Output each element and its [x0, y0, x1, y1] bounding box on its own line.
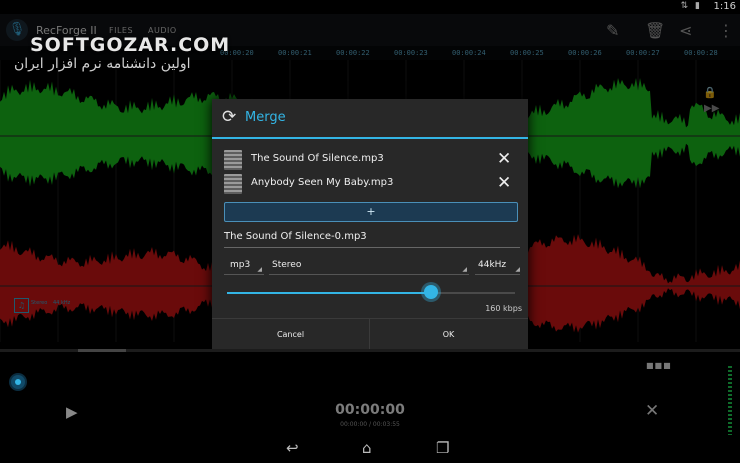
bitrate-slider-fill: [227, 292, 432, 294]
bitrate-label: 160 kbps: [485, 304, 522, 313]
chevron-down-icon: ◢: [515, 266, 520, 273]
watermark-subtitle: اولین دانشنامه نرم افزار ایران: [14, 56, 191, 72]
channels-value: Stereo: [272, 260, 302, 270]
record-button[interactable]: [11, 375, 25, 389]
ok-button[interactable]: OK: [370, 319, 527, 351]
playback-time: 00:00:00: [335, 402, 405, 418]
samplerate-select[interactable]: 44kHz ◢: [475, 260, 520, 275]
add-file-button[interactable]: +: [224, 202, 518, 222]
close-icon[interactable]: ✕: [497, 149, 511, 169]
file-name: The Sound Of Silence.mp3: [251, 153, 384, 164]
file-list-item: The Sound Of Silence.mp3 ✕: [224, 149, 520, 171]
status-bar: ⇅ ▮ 1:16: [0, 0, 740, 14]
dialog-button-bar: Cancel OK: [212, 318, 528, 351]
scroll-thumb[interactable]: [78, 349, 126, 352]
samplerate-value: 44kHz: [478, 260, 507, 270]
file-list-item: Anybody Seen My Baby.mp3 ✕: [224, 173, 520, 195]
audio-file-icon: [224, 174, 242, 194]
status-icons: ⇅ ▮: [680, 1, 702, 11]
output-filename-field[interactable]: The Sound Of Silence-0.mp3: [224, 231, 520, 248]
back-icon[interactable]: ↩: [286, 439, 299, 457]
merge-dialog: ⟳ Merge The Sound Of Silence.mp3 ✕ Anybo…: [212, 99, 528, 350]
status-time: 1:16: [713, 1, 736, 12]
drag-handle-icon[interactable]: ■■■: [646, 361, 672, 370]
refresh-icon: ⟳: [222, 107, 237, 127]
chevron-down-icon: ◢: [462, 266, 467, 273]
dialog-titlebar: ⟳ Merge: [212, 99, 528, 139]
button-divider: [369, 318, 370, 350]
level-meter: [728, 366, 732, 436]
playback-subtime: 00:00:00 / 00:03:55: [340, 421, 400, 428]
dialog-title: Merge: [245, 110, 286, 125]
close-icon[interactable]: ✕: [645, 401, 659, 421]
home-icon[interactable]: ⌂: [362, 439, 372, 457]
format-select[interactable]: mp3 ◢: [224, 260, 264, 275]
channels-select[interactable]: Stereo ◢: [269, 260, 469, 275]
cancel-button[interactable]: Cancel: [212, 319, 369, 351]
format-value: mp3: [230, 260, 251, 270]
chevron-down-icon: ◢: [257, 266, 262, 273]
bitrate-slider-thumb[interactable]: [424, 285, 439, 299]
audio-file-icon: [224, 150, 242, 170]
watermark: SOFTGOZAR.COM: [30, 34, 231, 56]
close-icon[interactable]: ✕: [497, 173, 511, 193]
file-name: Anybody Seen My Baby.mp3: [251, 177, 394, 188]
recent-apps-icon[interactable]: ❐: [436, 439, 449, 457]
